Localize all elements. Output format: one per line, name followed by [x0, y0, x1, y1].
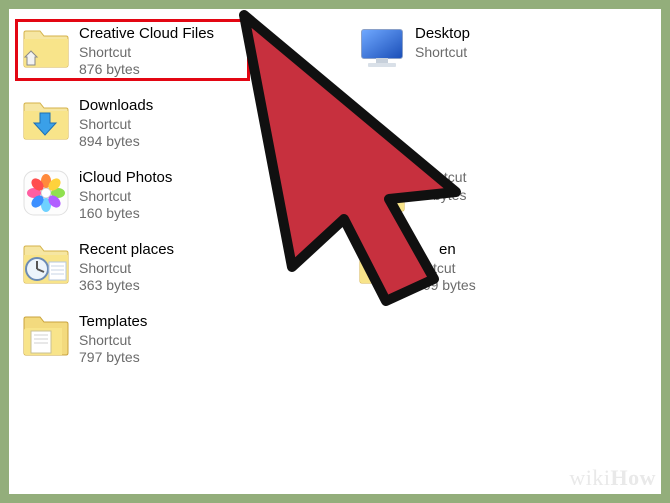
- item-size: 909 bytes: [415, 277, 476, 295]
- folder-shortcut-icon: [21, 24, 71, 74]
- item-type: Shortcut: [79, 260, 174, 278]
- item-downloads[interactable]: Downloads Shortcut 894 bytes: [21, 96, 321, 151]
- item-name: Desktop: [415, 25, 470, 44]
- item-size: bytes: [415, 187, 466, 205]
- item-obscured-a[interactable]: tcut bytes: [357, 168, 657, 218]
- item-name: Recent places: [79, 241, 174, 260]
- item-templates[interactable]: Templates Shortcut 797 bytes: [21, 312, 321, 367]
- recent-places-icon: [21, 240, 71, 290]
- item-size: 894 bytes: [79, 133, 153, 151]
- icloud-photos-icon: [21, 168, 71, 218]
- item-creative-cloud[interactable]: Creative Cloud Files Shortcut 876 bytes: [21, 24, 321, 79]
- item-type: Shortcut: [415, 44, 470, 62]
- desktop-monitor-icon: [357, 24, 407, 74]
- item-name: iCloud Photos: [79, 169, 172, 188]
- item-type: Shortcut: [79, 116, 153, 134]
- item-icloud-photos[interactable]: iCloud Photos Shortcut 160 bytes: [21, 168, 321, 223]
- item-desktop[interactable]: Desktop Shortcut: [357, 24, 657, 74]
- item-name: Downloads: [79, 97, 153, 116]
- folder-templates-icon: [21, 312, 71, 362]
- item-size: 160 bytes: [79, 205, 172, 223]
- item-size: 876 bytes: [79, 61, 214, 79]
- item-type: tcut: [415, 169, 466, 187]
- item-name: Creative Cloud Files: [79, 25, 214, 44]
- item-type: tcut: [415, 260, 476, 278]
- explorer-panel: Creative Cloud Files Shortcut 876 bytes …: [9, 9, 661, 494]
- item-type: Shortcut: [79, 332, 147, 350]
- item-type: Shortcut: [79, 44, 214, 62]
- item-recent-places[interactable]: Recent places Shortcut 363 bytes: [21, 240, 321, 295]
- folder-icon: [357, 168, 407, 218]
- folder-icon: [357, 240, 407, 290]
- item-type: Shortcut: [79, 188, 172, 206]
- folder-downloads-icon: [21, 96, 71, 146]
- item-name: Templates: [79, 313, 147, 332]
- item-obscured-b[interactable]: en tcut 909 bytes: [357, 240, 657, 295]
- item-size: 797 bytes: [79, 349, 147, 367]
- item-name: en: [415, 241, 476, 260]
- watermark: wikiHow: [569, 465, 656, 491]
- item-size: 363 bytes: [79, 277, 174, 295]
